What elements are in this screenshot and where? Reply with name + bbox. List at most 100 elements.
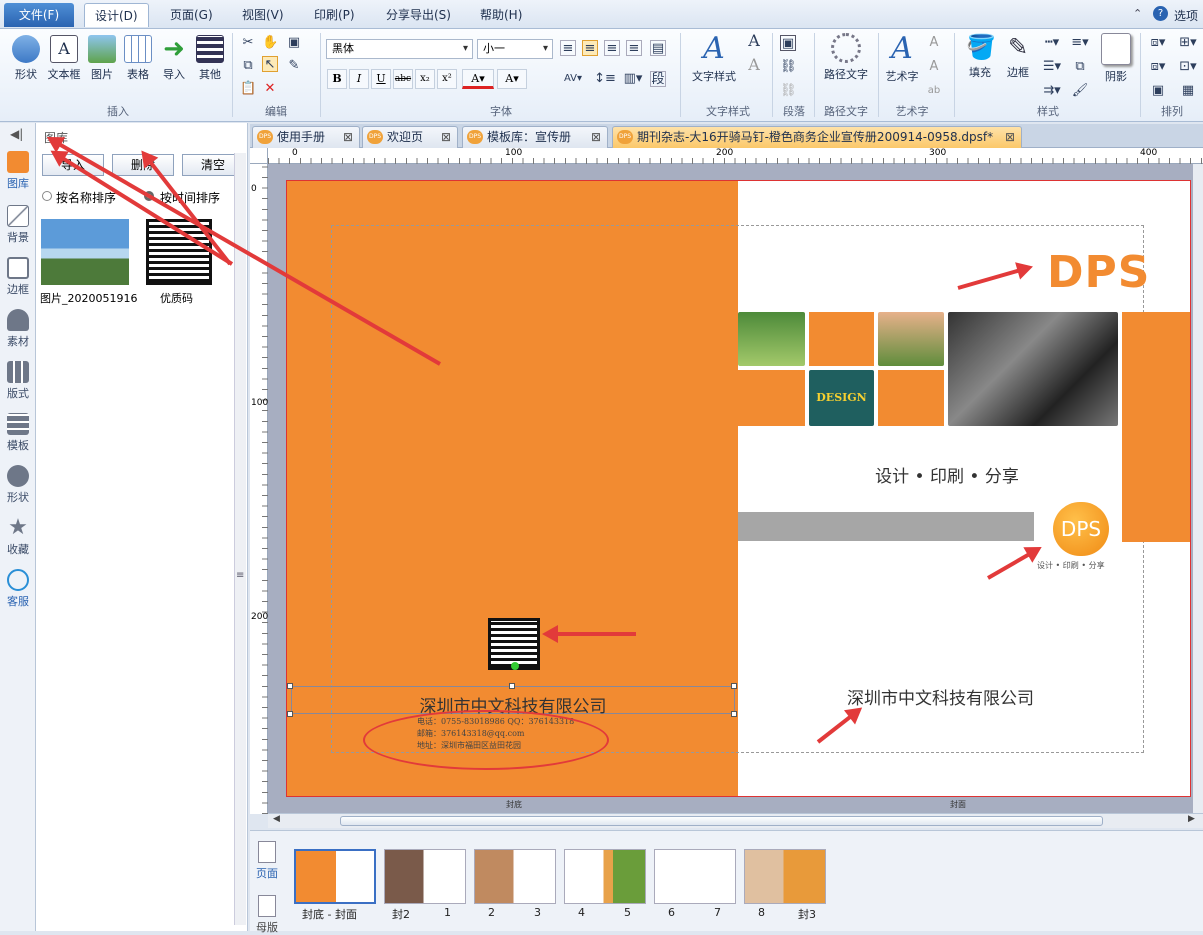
photo-design[interactable]: DESIGN xyxy=(809,370,874,426)
vertical-scrollbar[interactable] xyxy=(1193,164,1203,813)
strip-support[interactable]: 客服 xyxy=(2,569,34,609)
char-spacing-icon[interactable]: AV▾ xyxy=(560,71,586,87)
underline-button[interactable]: U xyxy=(371,69,391,89)
master-tab[interactable]: 母版 xyxy=(254,895,280,935)
rotate-icon[interactable]: ▣ xyxy=(1146,83,1170,99)
delete-icon[interactable]: ✕ xyxy=(262,81,278,97)
strip-layout[interactable]: 版式 xyxy=(2,361,34,401)
line-spacing-icon[interactable]: ↕≡ xyxy=(592,71,618,87)
close-icon[interactable]: ⊠ xyxy=(591,127,601,147)
fill-button[interactable]: 🪣 填充 xyxy=(962,33,998,80)
close-icon[interactable]: ⊠ xyxy=(1005,127,1015,147)
align-objects-icon[interactable]: ⊞▾ xyxy=(1176,35,1200,51)
text-shadow-icon[interactable]: A xyxy=(746,57,762,73)
style-brush-icon[interactable]: 🖌 xyxy=(1068,83,1092,99)
scrollbar-thumb[interactable] xyxy=(340,816,1103,826)
line-weight-icon[interactable]: ☰▾ xyxy=(1040,59,1064,75)
thumb-spread-6[interactable] xyxy=(744,849,826,904)
art-style-c-icon[interactable]: ab xyxy=(926,83,942,99)
shape-copy-icon[interactable]: ⧉ xyxy=(1068,59,1092,75)
align-right-icon[interactable]: ≡ xyxy=(604,40,620,56)
strip-shape[interactable]: 形状 xyxy=(2,465,34,505)
tab-current-document[interactable]: DPS 期刊杂志-大16开骑马钉-橙色商务企业宣传册200914-0958.dps… xyxy=(612,126,1022,148)
shape-button[interactable]: 形状 xyxy=(10,35,42,82)
tab-user-manual[interactable]: DPS 使用手册 ⊠ xyxy=(252,126,360,148)
phonetic-icon[interactable]: 段 xyxy=(650,71,666,87)
font-size-grow-button[interactable]: A▾ xyxy=(497,69,527,89)
align-center-icon[interactable]: ≡ xyxy=(582,40,598,56)
superscript-button[interactable]: x² xyxy=(437,69,457,89)
align-left-icon[interactable]: ≡ xyxy=(560,40,576,56)
scroll-right-icon[interactable]: ▶ xyxy=(1188,814,1195,824)
resize-handle[interactable] xyxy=(731,711,737,717)
copy-icon[interactable]: ⧉ xyxy=(240,58,256,74)
text-outline-icon[interactable]: A xyxy=(746,33,762,49)
strip-border[interactable]: 边框 xyxy=(2,257,34,297)
menu-help[interactable]: 帮助(H) xyxy=(470,3,532,27)
hand-icon[interactable]: ✋ xyxy=(262,35,278,51)
sort-by-name-radio[interactable] xyxy=(42,191,52,201)
font-color-button[interactable]: A▾ xyxy=(462,69,494,89)
photo-printing-press[interactable] xyxy=(948,312,1118,426)
close-icon[interactable]: ⊠ xyxy=(343,127,353,147)
art-style-a-icon[interactable]: A xyxy=(926,35,942,51)
horizontal-scrollbar[interactable]: ▶ ◀ xyxy=(268,813,1203,828)
strip-template[interactable]: 模板 xyxy=(2,413,34,453)
table-button[interactable]: 表格 xyxy=(122,35,154,82)
options-menu[interactable]: 选项 xyxy=(1174,7,1198,24)
strikethrough-button[interactable]: abc xyxy=(393,69,413,89)
photo-child[interactable] xyxy=(878,312,944,366)
border-button[interactable]: ✎ 边框 xyxy=(1000,33,1036,80)
strip-material[interactable]: 素材 xyxy=(2,309,34,349)
text-style-button[interactable]: A 文字样式 xyxy=(688,33,740,84)
bring-forward-icon[interactable]: ⧈▾ xyxy=(1146,35,1170,51)
ribbon-collapse-icon[interactable]: ⌃ xyxy=(1133,7,1142,20)
art-style-b-icon[interactable]: A xyxy=(926,59,942,75)
resize-handle[interactable] xyxy=(287,711,293,717)
select-pointer-icon[interactable]: ↖ xyxy=(262,56,278,72)
font-size-select[interactable]: 小一 xyxy=(477,39,553,59)
send-backward-icon[interactable]: ⧈▾ xyxy=(1146,59,1170,75)
bold-button[interactable]: B xyxy=(327,69,347,89)
import-button[interactable]: ➜ 导入 xyxy=(158,35,190,82)
dash-style-icon[interactable]: ≡▾ xyxy=(1068,35,1092,51)
dps-logo-text[interactable]: DPS xyxy=(1047,247,1150,298)
justify-icon[interactable]: ≡ xyxy=(626,40,642,56)
format-painter-icon[interactable]: ✎ xyxy=(286,58,302,74)
thumb-spread-2[interactable] xyxy=(384,849,466,904)
slogan-text[interactable]: 设计 • 印刷 • 分享 xyxy=(827,462,1067,487)
subscript-button[interactable]: x₂ xyxy=(415,69,435,89)
distribute-icon[interactable]: ▤ xyxy=(650,40,666,56)
gallery-thumb-photo[interactable] xyxy=(41,219,129,285)
paste-icon[interactable]: 📋 xyxy=(240,81,256,97)
picture-button[interactable]: 图片 xyxy=(86,35,118,82)
pages-tab[interactable]: 页面 xyxy=(254,841,280,881)
thumb-spread-5[interactable] xyxy=(654,849,736,904)
menu-file[interactable]: 文件(F) xyxy=(4,3,74,27)
dps-circle-logo[interactable]: DPS xyxy=(1053,502,1109,556)
other-button[interactable]: 其他 xyxy=(194,35,226,82)
columns-icon[interactable]: ▥▾ xyxy=(620,71,646,87)
tab-template-library[interactable]: DPS 模板库：宣传册 ⊠ xyxy=(462,126,608,148)
help-icon[interactable]: ? xyxy=(1153,6,1168,21)
path-text-button[interactable]: 路径文字 xyxy=(818,33,874,82)
resize-handle[interactable] xyxy=(287,683,293,689)
resize-handle[interactable] xyxy=(509,683,515,689)
front-company-name[interactable]: 深圳市中文科技有限公司 xyxy=(847,684,1034,709)
thumb-cover[interactable] xyxy=(294,849,376,904)
italic-button[interactable]: I xyxy=(349,69,369,89)
art-text-button[interactable]: A 艺术字 xyxy=(880,33,924,84)
menu-page[interactable]: 页面(G) xyxy=(160,3,223,27)
line-style-icon[interactable]: ┅▾ xyxy=(1040,35,1064,51)
font-family-select[interactable]: 黑体 xyxy=(326,39,473,59)
menu-design[interactable]: 设计(D) xyxy=(84,3,149,27)
menu-share-export[interactable]: 分享导出(S) xyxy=(376,3,461,27)
page-spread[interactable]: 深圳市中文科技有限公司 电话：0755-83018986 QQ：37614331… xyxy=(286,180,1191,797)
lock-icon[interactable]: ▦ xyxy=(1176,83,1200,99)
strip-favorites[interactable]: ★ 收藏 xyxy=(2,517,34,557)
gallery-scrollbar[interactable] xyxy=(234,153,246,925)
arrow-style-icon[interactable]: ⇉▾ xyxy=(1040,83,1064,99)
resize-handle[interactable] xyxy=(731,683,737,689)
strip-gallery[interactable]: 图库 xyxy=(2,151,34,191)
thumb-spread-4[interactable] xyxy=(564,849,646,904)
